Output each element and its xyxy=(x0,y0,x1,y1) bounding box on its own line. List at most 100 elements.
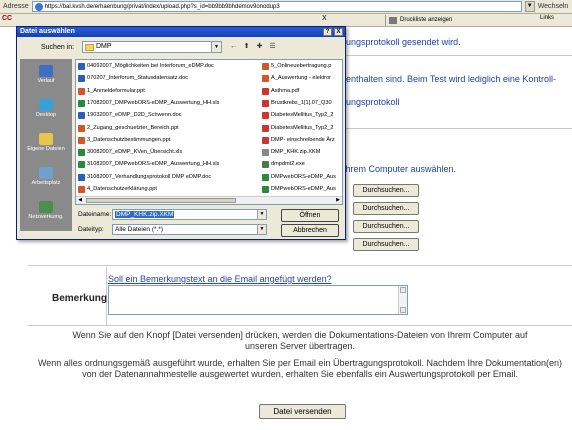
browse-button-1[interactable]: Durchsuchen... xyxy=(353,184,419,197)
file-item[interactable]: 5_Onlineuebertragung.p xyxy=(262,62,342,70)
file-name: DMP_KHK.zip.XKM xyxy=(271,149,321,156)
tab-close-icon[interactable]: X xyxy=(322,15,327,22)
file-name: DMPwebORS-eDMP_Aus xyxy=(271,186,336,192)
file-name: Asthma.pdf xyxy=(271,87,300,94)
file-item[interactable]: Asthma.pdf xyxy=(262,87,342,95)
links-button[interactable]: Links xyxy=(540,15,554,21)
scroll-up-icon[interactable] xyxy=(400,287,406,293)
filename-label: Dateiname: xyxy=(78,211,112,218)
look-in-label: Suchen in: xyxy=(41,44,75,51)
remark-prompt: Soll ein Bemerkungstext an die Email ang… xyxy=(108,274,332,284)
open-button[interactable]: Öffnen xyxy=(281,209,339,222)
address-bar: Adresse https://bal.kvsh.de/erhaenbung/p… xyxy=(0,0,572,14)
file-icon xyxy=(262,75,269,83)
info-send: Wenn Sie auf den Knopf [Datei versenden]… xyxy=(72,330,528,351)
file-item[interactable]: DiabetesMellitus_Typ2_2 xyxy=(262,124,342,132)
file-name: DMPwebORS-eDMP_Aus xyxy=(271,173,336,180)
file-item[interactable]: 17082007_DMPwebORS-eDMP_Auswertung_HH.xl… xyxy=(78,99,258,107)
address-input[interactable]: https://bal.kvsh.de/erhaenbung/privat/in… xyxy=(31,1,522,12)
back-icon[interactable]: ← xyxy=(229,42,238,51)
up-folder-icon[interactable]: ⬆ xyxy=(242,42,251,51)
file-icon xyxy=(78,63,85,70)
file-item[interactable]: Brustkrebs_1[1].07_Q30 xyxy=(262,99,342,107)
place-label: Eigene Dateien xyxy=(27,146,65,152)
dialog-toolbar: ← ⬆ ✚ ☰ xyxy=(229,42,277,51)
place-history[interactable]: Verlauf xyxy=(20,65,72,84)
file-item[interactable]: DMPwebORS-eDMP_Aus xyxy=(262,185,342,193)
file-icon xyxy=(78,173,85,181)
cancel-button[interactable]: Abbrechen xyxy=(281,224,339,237)
help-icon[interactable]: ? xyxy=(323,28,332,36)
view-menu-icon[interactable]: ☰ xyxy=(268,42,277,51)
browse-button-2[interactable]: Durchsuchen... xyxy=(353,202,419,215)
place-label: Netzwerkumg. xyxy=(28,214,64,220)
file-item[interactable]: DMPwebORS-eDMP_Aus xyxy=(262,173,342,181)
file-name: 3_Datenschutzbestimmungen.ppt xyxy=(87,136,171,143)
place-desktop[interactable]: Desktop xyxy=(20,99,72,118)
place-computer[interactable]: Arbeitsplatz xyxy=(20,167,72,186)
file-item[interactable]: DMP- einschreibende Ärz xyxy=(262,136,342,144)
go-button[interactable]: Wechseln xyxy=(538,3,569,10)
scroll-left-icon[interactable]: ◀ xyxy=(76,197,84,204)
file-icon xyxy=(78,161,85,169)
scroll-right-icon[interactable]: ▶ xyxy=(334,197,342,204)
place-network[interactable]: Netzwerkumg. xyxy=(20,201,72,220)
file-icon xyxy=(262,87,269,95)
file-item[interactable]: DiabetesMellitus_Typ2_2 xyxy=(262,111,342,120)
chevron-down-icon[interactable]: ▼ xyxy=(211,42,221,52)
file-item[interactable]: 3_Datenschutzbestimmungen.ppt xyxy=(78,136,258,144)
new-folder-icon[interactable]: ✚ xyxy=(255,42,264,51)
print-list-button[interactable]: Druckliste anzeigen xyxy=(385,15,495,26)
file-name: 31082007_Verhandlungsprotokoll DMP eDMP.… xyxy=(87,173,212,180)
desktop-icon xyxy=(39,99,53,111)
send-file-button[interactable]: Datei versenden xyxy=(259,404,346,419)
close-icon[interactable]: X xyxy=(334,28,343,36)
address-dropdown-icon[interactable]: ▼ xyxy=(524,1,535,12)
textarea-scrollbar[interactable] xyxy=(398,286,407,314)
file-icon xyxy=(78,99,85,107)
file-item[interactable]: 04092007_Möglichkeiten bei Interforum_eD… xyxy=(78,62,258,70)
text-protocol-sent: ungsprotokoll gesendet wird. xyxy=(346,37,461,47)
filetype-select[interactable]: Alle Dateien (*.*) ▼ xyxy=(112,224,267,235)
file-list[interactable]: ◀ ▶ 04092007_Möglichkeiten bei Interforu… xyxy=(75,59,343,205)
file-name: DiabetesMellitus_Typ2_2 xyxy=(271,124,334,131)
file-item[interactable]: dmpdmt2.exe xyxy=(262,160,342,169)
file-item[interactable]: 30082007_eDMP_KVen_Übersicht.xls xyxy=(78,148,258,157)
file-item[interactable]: 31082007_DMPwebORS-eDMP_Auswertung_HH.xl… xyxy=(78,160,258,169)
chevron-down-icon[interactable]: ▼ xyxy=(257,225,266,234)
remark-textarea[interactable] xyxy=(108,285,408,315)
filetype-value: Alle Dateien (*.*) xyxy=(115,226,164,233)
ie-page-icon xyxy=(34,3,43,11)
file-icon xyxy=(262,136,269,144)
file-item[interactable]: 19032007_eDMP_D2D_Schwenn.doc xyxy=(78,111,258,120)
tab-left-label[interactable]: CC xyxy=(0,15,28,26)
file-name: 4_Datenschutzerklärung.ppt xyxy=(87,186,157,192)
file-item[interactable]: DMP_KHK.zip.XKM xyxy=(262,148,342,157)
file-item[interactable]: 2_Zugang_geschuetzter_Bereich.ppt xyxy=(78,124,258,132)
file-icon xyxy=(78,124,85,132)
file-item[interactable]: 1_Anmeldeformular.ppt xyxy=(78,87,258,95)
file-name: DMP- einschreibende Ärz xyxy=(271,136,335,143)
place-documents[interactable]: Eigene Dateien xyxy=(20,133,72,152)
text-contained: enthalten sind. Beim Test wird lediglich… xyxy=(346,74,556,84)
file-name: 2_Zugang_geschuetzter_Bereich.ppt xyxy=(87,124,179,131)
file-item[interactable]: 31082007_Verhandlungsprotokoll DMP eDMP.… xyxy=(78,173,258,181)
horizontal-scrollbar[interactable]: ◀ ▶ xyxy=(76,196,342,204)
history-icon xyxy=(39,65,53,77)
dialog-titlebar[interactable]: Datei auswählen xyxy=(17,27,345,37)
browse-button-4[interactable]: Durchsuchen... xyxy=(353,238,419,251)
chevron-down-icon[interactable]: ▼ xyxy=(257,210,266,219)
file-item[interactable]: 070207_Interforum_Statusdatensatz.doc xyxy=(78,74,258,83)
file-item[interactable]: A_Auswertung - elektror xyxy=(262,74,342,83)
file-icon xyxy=(262,99,269,107)
folder-icon xyxy=(85,44,94,51)
places-bar: Verlauf Desktop Eigene Dateien Arbeitspl… xyxy=(20,59,72,231)
look-in-select[interactable]: DMP ▼ xyxy=(82,41,222,53)
file-item[interactable]: 4_Datenschutzerklärung.ppt xyxy=(78,185,258,193)
browse-button-3[interactable]: Durchsuchen... xyxy=(353,220,419,233)
file-icon xyxy=(78,149,85,157)
filename-input[interactable]: DMP_KHK.zip.XKM ▼ xyxy=(112,209,267,220)
scroll-thumb[interactable] xyxy=(86,198,236,203)
text-protocol: ungsprotokoll xyxy=(346,97,400,107)
scroll-down-icon[interactable] xyxy=(400,307,406,313)
